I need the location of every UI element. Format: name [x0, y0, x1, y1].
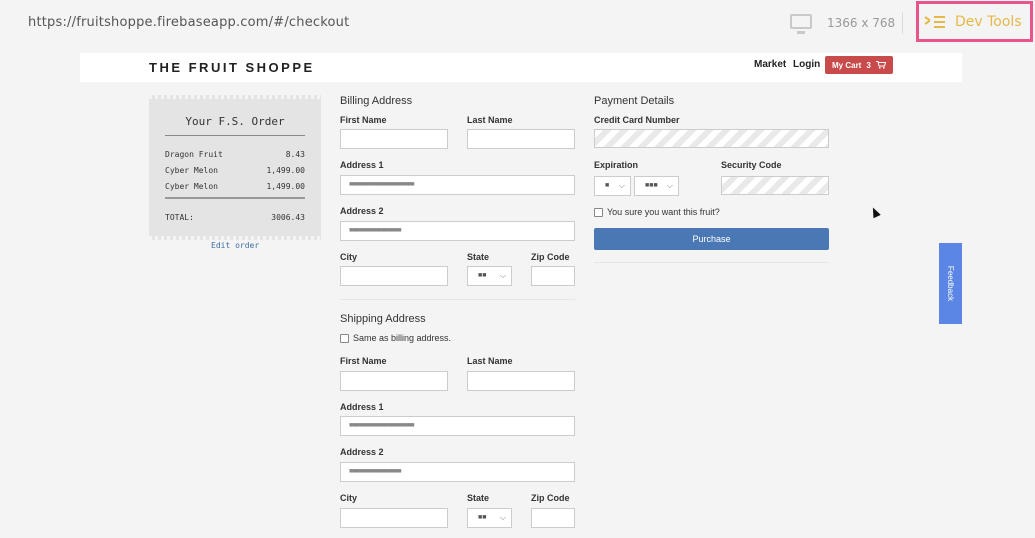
feedback-label: Feedback [946, 265, 956, 302]
same-as-billing-checkbox[interactable] [340, 334, 349, 343]
section-divider [594, 262, 829, 263]
billing-city-label: City [340, 252, 358, 262]
site-header: THE FRUIT SHOPPE Market Login My Cart 3 [80, 53, 962, 82]
order-item: Dragon Fruit 8.43 [165, 150, 305, 159]
billing-last-name-input[interactable] [467, 129, 575, 149]
security-code-input[interactable] [721, 176, 829, 195]
shipping-first-name-label: First Name [340, 356, 387, 366]
billing-first-name-label: First Name [340, 115, 387, 125]
order-item-name: Dragon Fruit [165, 150, 223, 159]
exp-year-select[interactable]: ■■■ ⌵ [634, 176, 679, 196]
billing-state-label: State [467, 252, 490, 262]
billing-city-input[interactable] [340, 266, 448, 286]
payment-title: Payment Details [594, 95, 675, 107]
order-item-name: Cyber Melon [165, 166, 218, 175]
chevron-down-icon: ⌵ [618, 181, 625, 190]
billing-address2-input[interactable]: ■■■■■■■■■■■■■■■■ [340, 221, 575, 241]
toolbar-divider [902, 12, 903, 34]
order-total: TOTAL: 3006.43 [165, 213, 305, 222]
order-title: Your F.S. Order [185, 115, 285, 128]
shipping-last-name-input[interactable] [467, 371, 575, 391]
billing-state-select[interactable]: ■■ ⌵ [467, 266, 512, 286]
card-number-input[interactable] [594, 129, 829, 148]
nav-login-link[interactable]: Login [793, 59, 820, 70]
url-text[interactable]: https://fruitshoppe.firebaseapp.com/#/ch… [28, 15, 349, 30]
billing-address2-label: Address 2 [340, 206, 384, 216]
exp-month-select[interactable]: ■ ⌵ [594, 176, 631, 196]
devtools-label: Dev Tools [955, 13, 1022, 30]
shipping-address1-input[interactable]: ■■■■■■■■■■■■■■■■■■■■ [340, 416, 575, 436]
feedback-tab[interactable]: Feedback [939, 243, 962, 324]
shipping-city-input[interactable] [340, 508, 448, 528]
monitor-icon[interactable] [790, 14, 812, 34]
nav-market-link[interactable]: Market [754, 59, 786, 70]
order-total-value: 3006.43 [271, 213, 305, 222]
billing-title: Billing Address [340, 95, 413, 107]
shipping-city-label: City [340, 493, 358, 503]
confirm-fruit-label: You sure you want this fruit? [607, 207, 720, 217]
resolution-label: 1366 x 768 [827, 16, 896, 30]
receipt-divider [165, 135, 305, 136]
shipping-state-value: ■■ [478, 514, 487, 521]
shipping-last-name-label: Last Name [467, 356, 513, 366]
shipping-state-label: State [467, 493, 490, 503]
billing-state-value: ■■ [478, 272, 487, 279]
edit-order-link[interactable]: Edit order [211, 241, 259, 250]
shipping-zip-input[interactable] [531, 508, 575, 528]
card-number-label: Credit Card Number [594, 115, 680, 125]
section-divider [340, 299, 575, 300]
security-code-label: Security Code [721, 160, 782, 170]
order-item-price: 8.43 [285, 150, 305, 159]
chevron-down-icon: ⌵ [499, 271, 506, 280]
order-total-label: TOTAL: [165, 213, 194, 222]
order-item: Cyber Melon 1,499.00 [165, 182, 305, 191]
chevron-down-icon: ⌵ [666, 181, 673, 190]
devtools-list-icon [924, 15, 945, 29]
purchase-button[interactable]: Purchase [594, 228, 829, 250]
cart-count: 3 [866, 60, 871, 70]
confirm-fruit-checkbox[interactable] [594, 208, 603, 217]
exp-month-value: ■ [605, 182, 610, 189]
billing-address1-input[interactable]: ■■■■■■■■■■■■■■■■■■■■ [340, 175, 575, 195]
chevron-down-icon: ⌵ [499, 513, 506, 522]
mouse-cursor-icon [869, 205, 881, 219]
order-item-name: Cyber Melon [165, 182, 218, 191]
same-as-billing-label: Same as billing address. [353, 333, 452, 343]
shipping-first-name-input[interactable] [340, 371, 448, 391]
shipping-title: Shipping Address [340, 313, 426, 325]
billing-address1-label: Address 1 [340, 160, 384, 170]
shipping-address2-input[interactable]: ■■■■■■■■■■■■■■■■ [340, 462, 575, 482]
browser-bar: https://fruitshoppe.firebaseapp.com/#/ch… [0, 0, 1035, 46]
order-item: Cyber Melon 1,499.00 [165, 166, 305, 175]
receipt-divider [165, 197, 305, 199]
billing-zip-input[interactable] [531, 266, 575, 286]
brand-logo[interactable]: THE FRUIT SHOPPE [149, 60, 315, 75]
billing-first-name-input[interactable] [340, 129, 448, 149]
cart-icon [875, 61, 886, 69]
order-item-price: 1,499.00 [266, 166, 305, 175]
order-receipt: Your F.S. Order Dragon Fruit 8.43 Cyber … [149, 95, 321, 240]
cart-label: My Cart [832, 60, 862, 70]
billing-last-name-label: Last Name [467, 115, 513, 125]
shipping-zip-label: Zip Code [531, 493, 570, 503]
shipping-state-select[interactable]: ■■ ⌵ [467, 508, 512, 528]
shipping-address1-label: Address 1 [340, 402, 384, 412]
expiration-label: Expiration [594, 160, 639, 170]
order-item-price: 1,499.00 [266, 182, 305, 191]
exp-year-value: ■■■ [645, 182, 658, 189]
my-cart-button[interactable]: My Cart 3 [825, 56, 893, 74]
billing-zip-label: Zip Code [531, 252, 570, 262]
shipping-address2-label: Address 2 [340, 447, 384, 457]
devtools-button[interactable]: Dev Tools [916, 1, 1033, 42]
